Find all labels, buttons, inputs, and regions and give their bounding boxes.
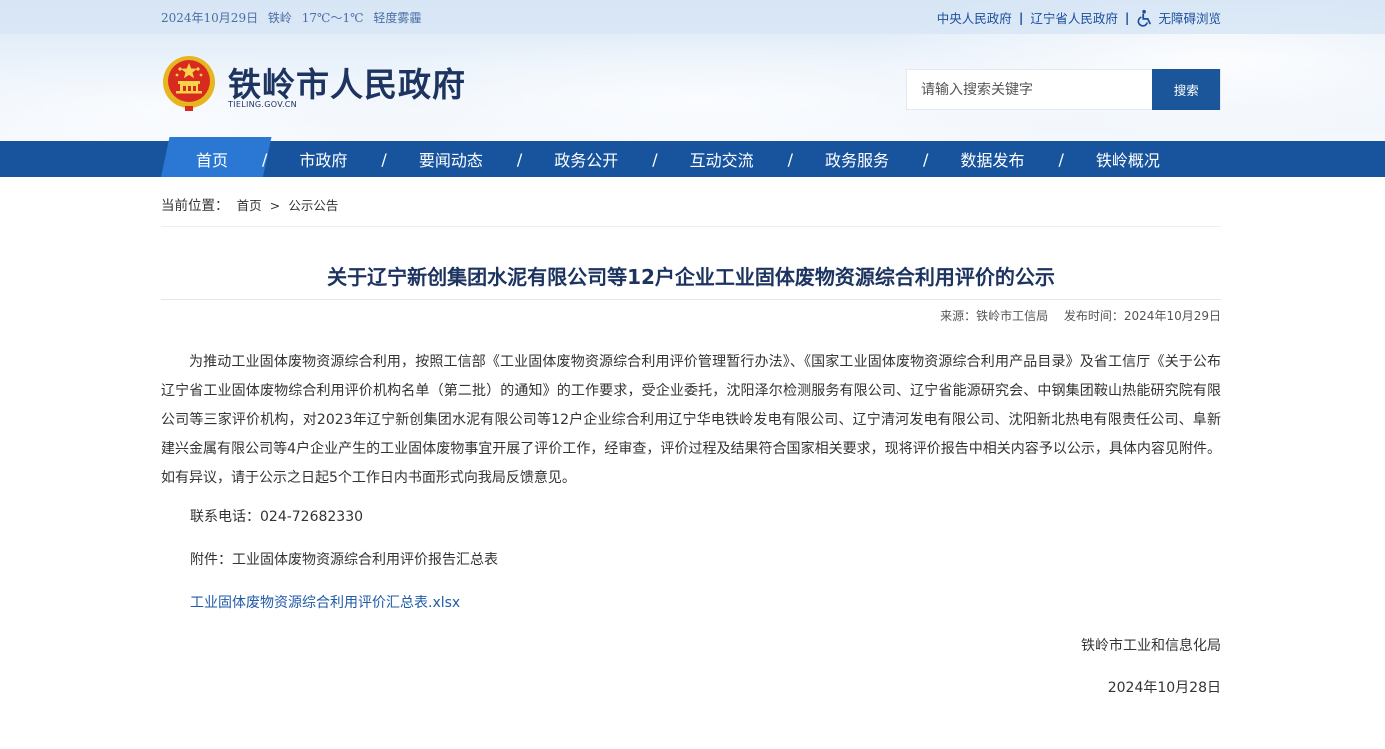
nav-item-tieling-overview[interactable]: 铁岭概况 xyxy=(1096,147,1160,171)
nav-item-government-affairs[interactable]: 政务公开 xyxy=(554,147,618,171)
contact-phone: 联系电话：024-72682330 xyxy=(190,509,364,525)
signer: 铁岭市工业和信息化局 xyxy=(1081,638,1221,654)
nav-item-interaction[interactable]: 互动交流 xyxy=(690,147,754,171)
temperature-text: 17℃～1℃ xyxy=(301,11,364,25)
site-domain: TIELING.GOV.CN xyxy=(228,100,297,109)
article-body: 为推动工业固体废物资源综合利用，按照工信部《工业固体废物资源综合利用评价管理暂行… xyxy=(161,354,1221,486)
breadcrumb-home[interactable]: 首页 xyxy=(237,198,262,213)
article-meta: 来源：铁岭市工信局 发布时间：2024年10月29日 xyxy=(940,307,1221,324)
nav-item-news[interactable]: 要闻动态 xyxy=(419,147,483,171)
nav-separator: / xyxy=(652,149,658,169)
nav-separator: / xyxy=(787,149,794,169)
top-bar: 2024年10月29日 铁岭 17℃～1℃ 轻度雾霾 中央人民政府 | 辽宁省人… xyxy=(0,0,1385,34)
attachment-label: 附件：工业固体废物资源综合利用评价报告汇总表 xyxy=(190,552,498,568)
site-title[interactable]: 铁岭市人民政府 xyxy=(228,58,466,106)
national-emblem-logo[interactable] xyxy=(161,54,217,112)
date-weather: 2024年10月29日 铁岭 17℃～1℃ 轻度雾霾 xyxy=(161,9,427,26)
nav-separator: / xyxy=(923,149,929,169)
city-text: 铁岭 xyxy=(267,11,292,25)
link-separator: | xyxy=(1124,10,1130,25)
nav-separator: / xyxy=(262,149,268,169)
search-box: 搜索 xyxy=(906,69,1221,110)
breadcrumb-label: 当前位置： xyxy=(161,198,229,214)
title-divider xyxy=(161,299,1221,300)
nav-separator: / xyxy=(381,149,387,169)
weather-text: 轻度雾霾 xyxy=(373,11,422,25)
search-button[interactable]: 搜索 xyxy=(1152,69,1220,110)
nav-separator: / xyxy=(516,149,523,169)
link-central-government[interactable]: 中央人民政府 xyxy=(937,8,1012,27)
divider xyxy=(161,226,1221,227)
attachment-link-row: 工业固体废物资源综合利用评价汇总表.xlsx xyxy=(190,592,460,612)
accessibility-link[interactable]: 无障碍浏览 xyxy=(1158,8,1221,27)
nav-item-government-services[interactable]: 政务服务 xyxy=(825,147,889,171)
nav-item-home[interactable]: 首页 xyxy=(196,147,228,171)
accessibility-icon[interactable] xyxy=(1136,9,1154,27)
attachment-download-link[interactable]: 工业固体废物资源综合利用评价汇总表.xlsx xyxy=(190,595,460,611)
link-separator: | xyxy=(1018,10,1024,25)
nav-item-city-government[interactable]: 市政府 xyxy=(299,147,347,171)
link-liaoning-government[interactable]: 辽宁省人民政府 xyxy=(1030,8,1118,27)
article-publish-time: 发布时间：2024年10月29日 xyxy=(1063,309,1221,323)
sign-date: 2024年10月28日 xyxy=(1107,680,1221,696)
article-source: 来源：铁岭市工信局 xyxy=(940,309,1049,323)
search-input[interactable] xyxy=(907,70,1153,109)
breadcrumb: 当前位置： 首页 > 公示公告 xyxy=(161,194,338,214)
nav-separator: / xyxy=(1058,149,1064,169)
breadcrumb-current[interactable]: 公示公告 xyxy=(288,198,338,213)
nav-items: 首页 / 市政府 / 要闻动态 / 政务公开 / 互动交流 / 政务服务 / 数… xyxy=(161,141,1160,177)
article-content: 为推动工业固体废物资源综合利用，按照工信部《工业固体废物资源综合利用评价管理暂行… xyxy=(161,348,1221,696)
nav-item-data-release[interactable]: 数据发布 xyxy=(960,147,1024,171)
top-links: 中央人民政府 | 辽宁省人民政府 | 无障碍浏览 xyxy=(937,8,1221,27)
date-text: 2024年10月29日 xyxy=(161,11,259,25)
article-title: 关于辽宁新创集团水泥有限公司等12户企业工业固体废物资源综合利用评价的公示 xyxy=(327,265,1055,289)
breadcrumb-separator: > xyxy=(269,198,281,213)
